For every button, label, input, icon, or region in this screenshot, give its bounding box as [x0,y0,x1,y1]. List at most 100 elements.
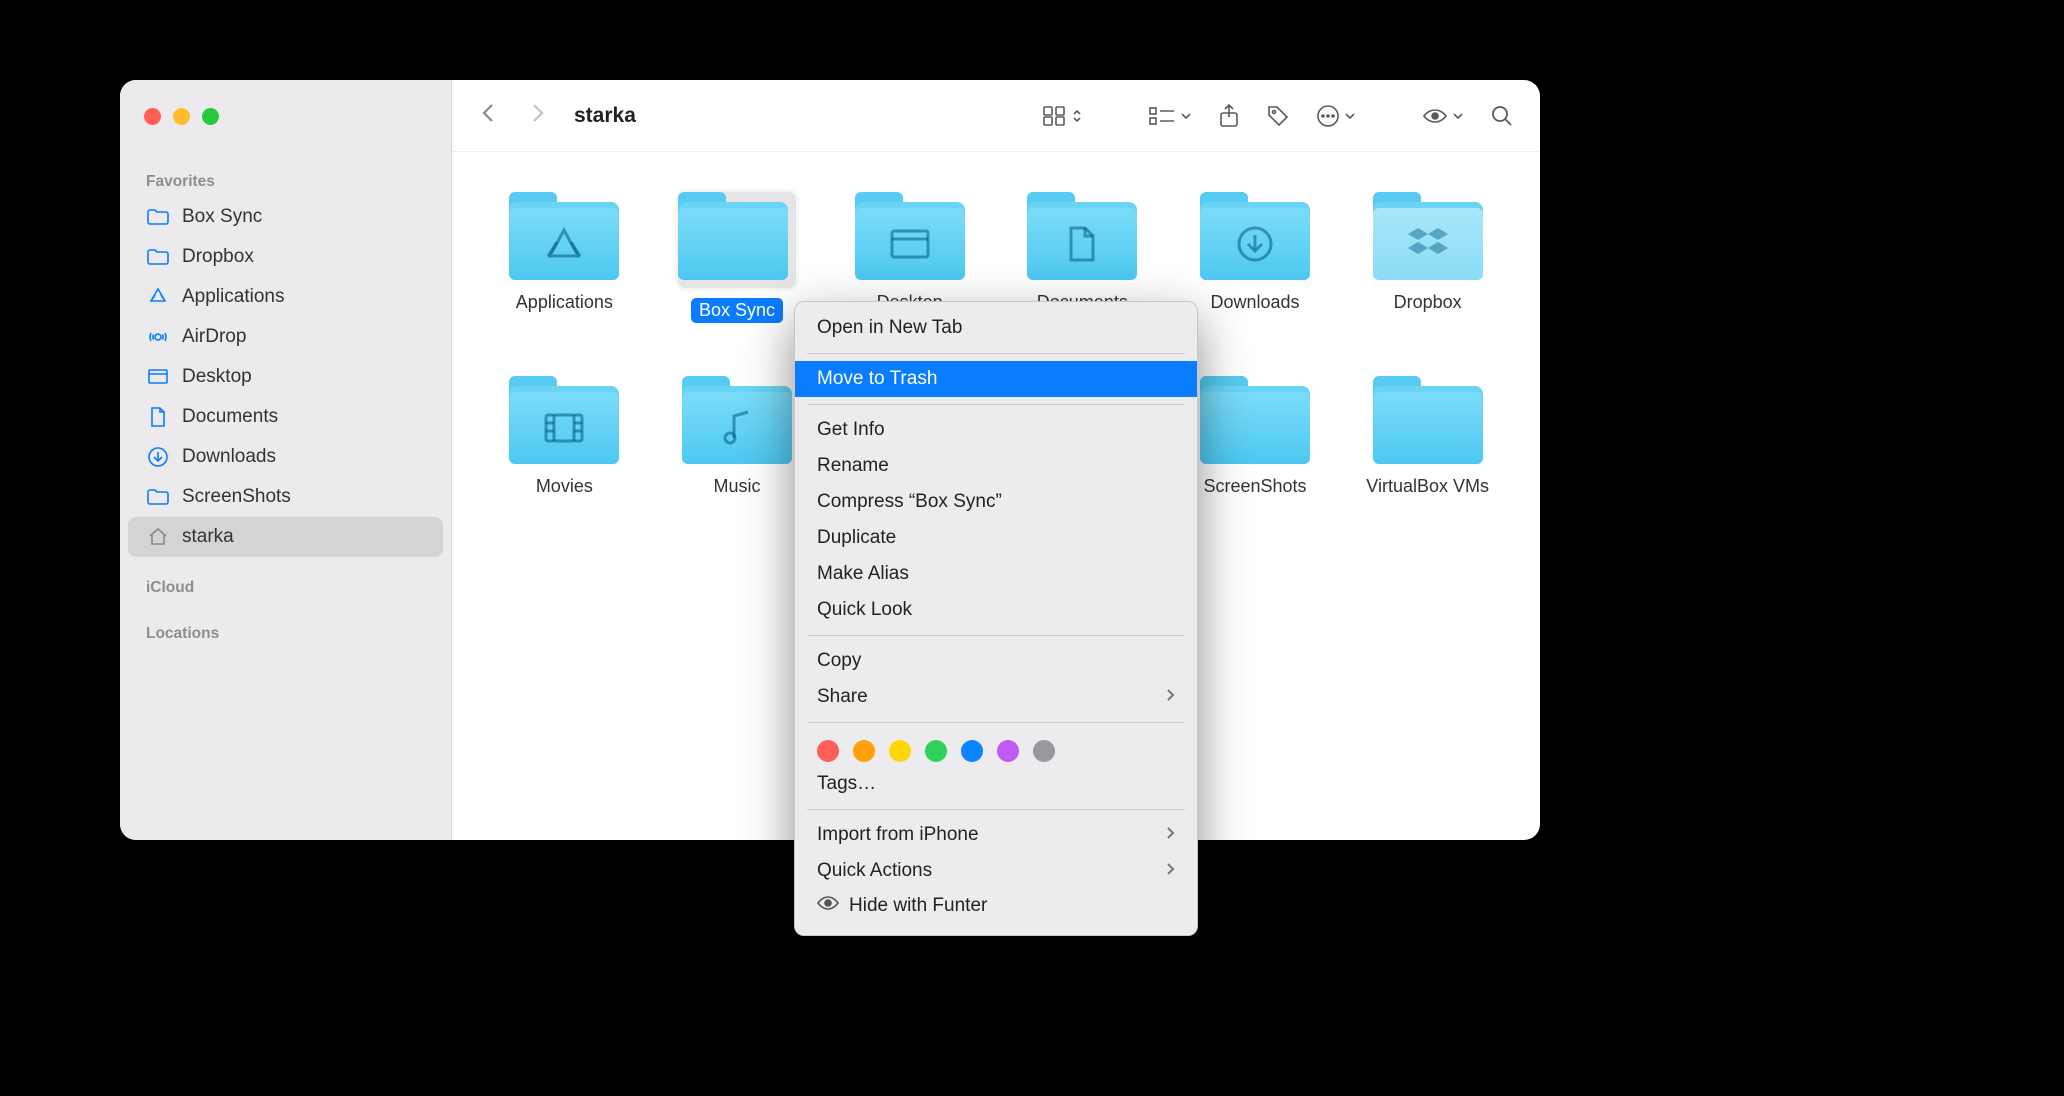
context-menu-item[interactable]: Duplicate [795,520,1197,556]
tag-button[interactable] [1260,100,1296,132]
group-button[interactable] [1142,102,1198,130]
context-menu-separator [807,635,1185,636]
chevron-right-icon [1165,824,1175,846]
sidebar-section-icloud: iCloud [120,579,451,603]
folder-icon [1200,376,1310,464]
folder-icon [146,485,170,509]
context-menu-item[interactable]: Copy [795,643,1197,679]
context-menu-label: Get Info [817,419,885,441]
context-menu-label: Open in New Tab [817,317,962,339]
context-menu: Open in New Tab Move to Trash Get Info Rena… [794,301,1198,936]
sidebar-item-downloads[interactable]: Downloads [128,437,443,477]
folder-icon [1373,192,1483,280]
context-menu-item[interactable]: Make Alias [795,556,1197,592]
tag-color-dot[interactable] [817,740,839,762]
file-name-label: Dropbox [1386,290,1470,315]
forward-button[interactable] [520,97,554,135]
context-menu-item[interactable]: Move to Trash [795,361,1197,397]
chevron-right-icon [1165,860,1175,882]
sidebar-item-airdrop[interactable]: AirDrop [128,317,443,357]
file-item[interactable]: VirtualBox VMs [1345,376,1510,556]
sidebar-item-starka[interactable]: starka [128,517,443,557]
share-button[interactable] [1212,99,1246,133]
context-menu-item[interactable]: Compress “Box Sync” [795,484,1197,520]
sidebar-item-label: starka [182,526,234,548]
chevron-updown-icon [1072,108,1082,124]
folder-icon [1027,192,1137,280]
back-button[interactable] [472,97,506,135]
folder-icon [1200,192,1310,280]
tag-color-dot[interactable] [853,740,875,762]
context-menu-separator [807,722,1185,723]
window-title: starka [574,104,636,128]
context-menu-label: Compress “Box Sync” [817,491,1002,513]
tag-color-dot[interactable] [997,740,1019,762]
context-menu-label: Copy [817,650,861,672]
sidebar-item-documents[interactable]: Documents [128,397,443,437]
file-name-label: Movies [528,474,601,499]
home-icon [146,525,170,549]
tag-color-dot[interactable] [925,740,947,762]
context-menu-item[interactable]: Quick Actions [795,853,1197,889]
context-menu-label: Duplicate [817,527,896,549]
context-menu-item[interactable]: Share [795,679,1197,715]
downloads-icon [146,445,170,469]
folder-icon [509,192,619,280]
sidebar-item-label: Dropbox [182,246,254,268]
minimize-window-button[interactable] [173,108,190,125]
close-window-button[interactable] [144,108,161,125]
context-menu-item[interactable]: Hide with Funter [795,889,1197,923]
sidebar: Favorites Box Sync Dropbox Applications … [120,80,452,840]
tag-color-dot[interactable] [889,740,911,762]
context-menu-item[interactable]: Rename [795,448,1197,484]
view-grid-button[interactable] [1036,101,1088,131]
context-menu-label: Quick Actions [817,860,932,882]
apps-icon [146,285,170,309]
folder-icon [678,192,796,288]
sidebar-item-applications[interactable]: Applications [128,277,443,317]
context-menu-separator [807,809,1185,810]
sidebar-item-desktop[interactable]: Desktop [128,357,443,397]
chevron-right-icon [1165,686,1175,708]
zoom-window-button[interactable] [202,108,219,125]
chevron-down-icon [1180,110,1192,122]
context-menu-separator [807,353,1185,354]
sidebar-item-screenshots[interactable]: ScreenShots [128,477,443,517]
sidebar-item-label: Documents [182,406,278,428]
context-menu-label: Hide with Funter [849,895,987,917]
context-menu-label: Quick Look [817,599,912,621]
context-menu-separator [807,404,1185,405]
sidebar-item-label: AirDrop [182,326,246,348]
chevron-down-icon [1344,110,1356,122]
chevron-down-icon [1452,110,1464,122]
tag-color-dot[interactable] [1033,740,1055,762]
search-button[interactable] [1484,100,1520,132]
context-menu-label: Rename [817,455,889,477]
visibility-button[interactable] [1416,103,1470,129]
context-menu-item[interactable]: Tags… [795,766,1197,802]
context-menu-label: Tags… [817,773,876,795]
sidebar-section-locations: Locations [120,625,451,649]
folder-icon [855,192,965,280]
context-menu-item[interactable]: Quick Look [795,592,1197,628]
sidebar-item-label: ScreenShots [182,486,291,508]
file-name-label: Downloads [1202,290,1307,315]
folder-icon [509,376,619,464]
context-menu-item[interactable]: Open in New Tab [795,310,1197,346]
sidebar-item-dropbox[interactable]: Dropbox [128,237,443,277]
sidebar-section-favorites: Favorites [120,173,451,197]
context-menu-item[interactable]: Get Info [795,412,1197,448]
file-item[interactable]: Applications [482,192,647,372]
tag-color-dot[interactable] [961,740,983,762]
context-menu-item[interactable]: Import from iPhone [795,817,1197,853]
sidebar-item-label: Applications [182,286,284,308]
context-menu-label: Share [817,686,868,708]
file-name-label: Music [705,474,768,499]
file-item[interactable]: Dropbox [1345,192,1510,372]
file-name-label: ScreenShots [1195,474,1314,499]
sidebar-item-box-sync[interactable]: Box Sync [128,197,443,237]
file-item[interactable]: Movies [482,376,647,556]
more-button[interactable] [1310,100,1362,132]
folder-icon [146,245,170,269]
file-name-label: VirtualBox VMs [1358,474,1497,499]
